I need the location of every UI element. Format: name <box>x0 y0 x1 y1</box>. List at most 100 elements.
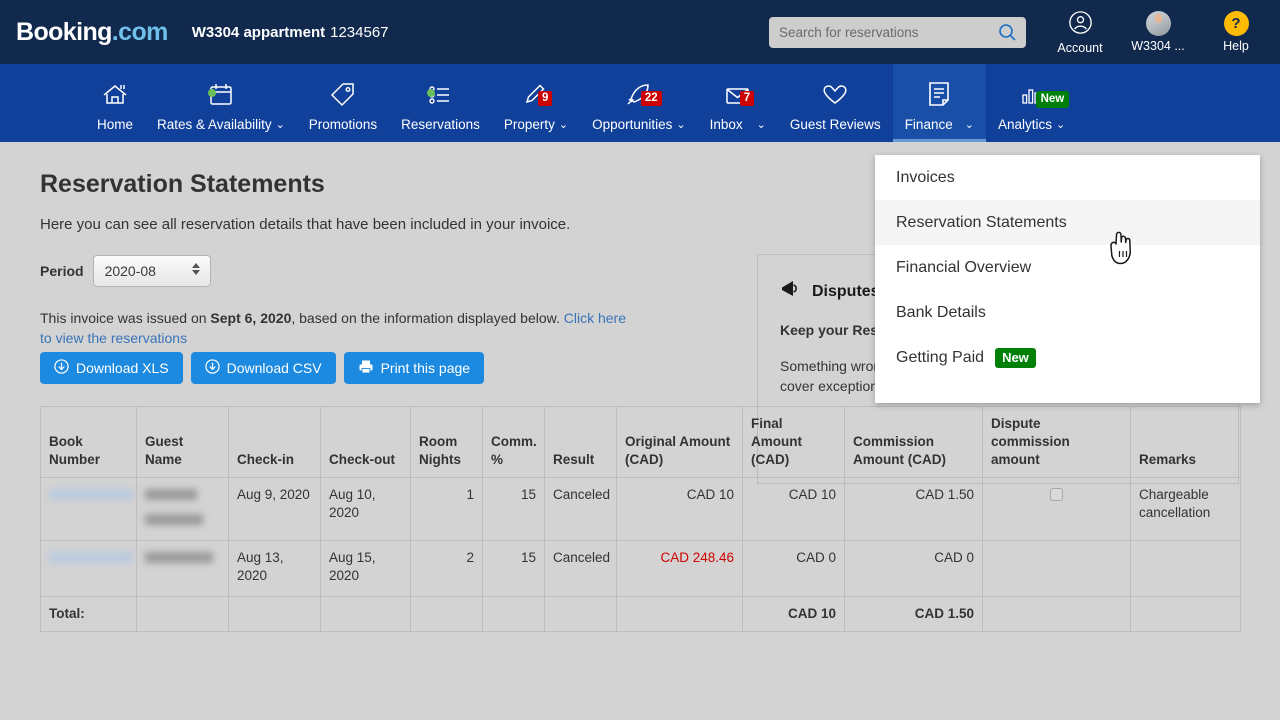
cell-room-nights: 2 <box>411 541 483 597</box>
nav-item-home[interactable]: Home <box>85 64 145 142</box>
nav-item-opportunities[interactable]: 22 Opportunities ⌄ <box>580 64 698 142</box>
col-guest-name: Guest Name <box>137 407 229 478</box>
print-page-button[interactable]: Print this page <box>344 352 485 384</box>
cell-check-out: Aug 10, 2020 <box>321 478 411 541</box>
cell-total-blank-5 <box>483 597 545 632</box>
search-input[interactable] <box>779 25 984 40</box>
menu-item-financial-overview[interactable]: Financial Overview <box>875 245 1260 290</box>
badge-analytics-new: New <box>1036 91 1070 108</box>
reservation-statements-table: Book Number Guest Name Check-in Check-ou… <box>40 406 1241 632</box>
nav-label-rates-availability: Rates & Availability <box>157 117 272 132</box>
megaphone-icon <box>780 279 802 304</box>
period-select-value: 2020-08 <box>105 263 156 279</box>
nav-item-property[interactable]: 9 Property ⌄ <box>492 64 580 142</box>
cell-commission-amount: CAD 0 <box>845 541 983 597</box>
print-page-label: Print this page <box>381 360 471 376</box>
property-label: W3304 appartment1234567 <box>192 24 389 41</box>
help-label: Help <box>1223 39 1249 53</box>
header-right-group: Account W3304 ... ? Help <box>769 0 1280 64</box>
nav-item-rates-availability[interactable]: Rates & Availability ⌄ <box>145 64 297 142</box>
nav-item-promotions[interactable]: Promotions <box>297 64 389 142</box>
bar-chart-icon: New <box>1019 79 1045 111</box>
help-menu[interactable]: ? Help <box>1206 11 1266 53</box>
heart-icon <box>821 79 849 111</box>
cell-final-amount: CAD 10 <box>743 478 845 541</box>
cell-result: Canceled <box>545 541 617 597</box>
cell-book-number: 00000000 <box>41 478 137 541</box>
search-icon[interactable] <box>998 23 1017 47</box>
cell-original-amount: CAD 10 <box>617 478 743 541</box>
nav-label-opportunities: Opportunities <box>592 117 672 132</box>
col-result: Result <box>545 407 617 478</box>
cell-dispute-commission[interactable] <box>983 541 1131 597</box>
help-icon: ? <box>1224 11 1249 36</box>
nav-item-guest-reviews[interactable]: Guest Reviews <box>778 64 893 142</box>
chevron-down-icon: ⌄ <box>965 118 974 131</box>
nav-item-finance[interactable]: Finance ⌄ <box>893 64 986 142</box>
avatar <box>1146 11 1171 36</box>
cell-commission-amount: CAD 1.50 <box>845 478 983 541</box>
menu-item-getting-paid[interactable]: Getting Paid New <box>875 335 1260 380</box>
period-label: Period <box>40 263 84 279</box>
nav-item-analytics[interactable]: New Analytics⌄ <box>986 64 1077 142</box>
invoice-note-mid: , based on the information displayed bel… <box>291 310 563 326</box>
logo-text-dotcom: .com <box>112 18 168 46</box>
cell-total-blank-9 <box>1131 597 1241 632</box>
download-icon <box>54 359 69 377</box>
col-final-amount: Final Amount (CAD) <box>743 407 845 478</box>
cell-total-blank-7 <box>617 597 743 632</box>
booking-logo[interactable]: Booking.com <box>16 20 168 45</box>
search-box[interactable] <box>769 17 1026 48</box>
nav-label-finance: Finance <box>905 117 953 132</box>
menu-item-invoices[interactable]: Invoices <box>875 155 1260 200</box>
table-header-row: Book Number Guest Name Check-in Check-ou… <box>41 407 1241 478</box>
cell-final-amount: CAD 0 <box>743 541 845 597</box>
nav-label-reservations: Reservations <box>401 117 480 132</box>
cell-check-in: Aug 9, 2020 <box>229 478 321 541</box>
reservation-statements-table-wrapper: Book Number Guest Name Check-in Check-ou… <box>40 406 1240 632</box>
logo-text-main: Booking <box>16 18 112 46</box>
download-csv-button[interactable]: Download CSV <box>191 352 336 384</box>
menu-item-bank-details[interactable]: Bank Details <box>875 290 1260 335</box>
nav-label-property: Property <box>504 117 555 132</box>
invoice-issue-date: Sept 6, 2020 <box>210 310 291 326</box>
chevron-down-icon: ⌄ <box>276 118 285 131</box>
account-menu[interactable]: Account <box>1050 10 1110 55</box>
menu-item-getting-paid-new-badge: New <box>995 348 1036 368</box>
period-select[interactable]: 2020-08 <box>93 255 211 287</box>
property-switcher-label: W3304 ... <box>1131 39 1185 53</box>
download-xls-button[interactable]: Download XLS <box>40 352 183 384</box>
col-commission-amount: Commission Amount (CAD) <box>845 407 983 478</box>
table-total-row: Total: CAD 10 CAD 1.50 <box>41 597 1241 632</box>
cell-result: Canceled <box>545 478 617 541</box>
cell-remarks <box>1131 541 1241 597</box>
nav-item-inbox[interactable]: 7 Inbox⌄ <box>698 64 778 142</box>
menu-item-getting-paid-label: Getting Paid <box>896 349 984 367</box>
chevron-down-icon: ⌄ <box>559 118 568 131</box>
cell-comm-pct: 15 <box>483 478 545 541</box>
stepper-arrows-icon[interactable] <box>192 263 200 275</box>
download-csv-label: Download CSV <box>227 360 322 376</box>
tag-icon <box>329 79 357 111</box>
app-root: Booking.com W3304 appartment1234567 Acco… <box>0 0 1280 720</box>
dispute-checkbox[interactable] <box>1050 488 1063 501</box>
calendar-icon <box>208 79 234 111</box>
cell-total-label: Total: <box>41 597 137 632</box>
property-switcher[interactable]: W3304 ... <box>1128 11 1188 53</box>
cell-total-blank-2 <box>229 597 321 632</box>
cell-total-commission-amount: CAD 1.50 <box>845 597 983 632</box>
menu-item-bank-details-label: Bank Details <box>896 304 986 322</box>
cell-check-out: Aug 15, 2020 <box>321 541 411 597</box>
cell-comm-pct: 15 <box>483 541 545 597</box>
nav-item-reservations[interactable]: Reservations <box>389 64 492 142</box>
menu-item-reservation-statements-label: Reservation Statements <box>896 214 1067 232</box>
cell-dispute-commission[interactable] <box>983 478 1131 541</box>
cell-total-blank-1 <box>137 597 229 632</box>
menu-item-reservation-statements[interactable]: Reservation Statements <box>875 200 1260 245</box>
rocket-icon: 22 <box>625 79 653 111</box>
cell-book-number: 00000000 <box>41 541 137 597</box>
badge-property: 9 <box>538 91 552 106</box>
notification-dot-rates <box>208 89 216 97</box>
home-icon <box>100 79 130 111</box>
chevron-down-icon: ⌄ <box>676 118 685 131</box>
